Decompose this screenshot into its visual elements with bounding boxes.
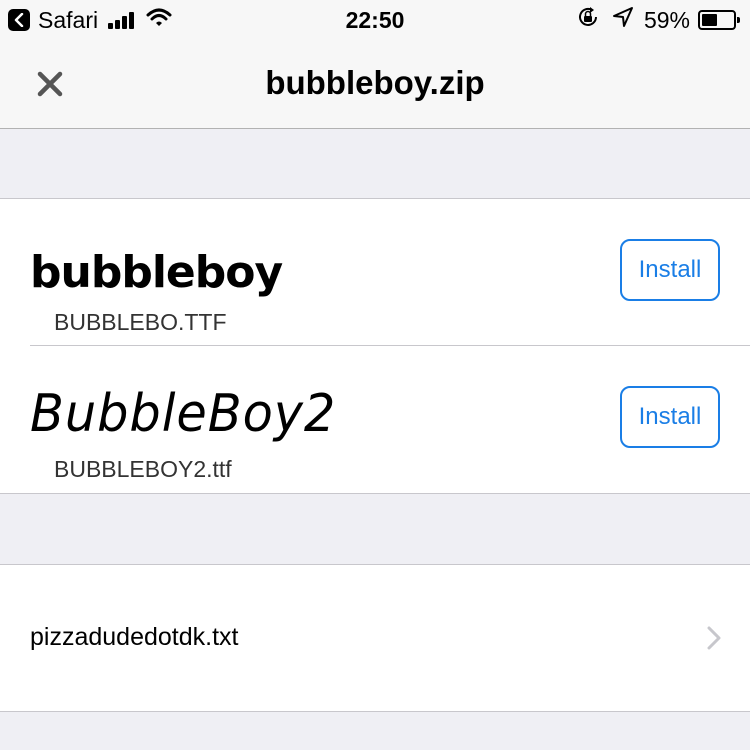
rotation-lock-icon [576, 5, 600, 35]
font-preview: bubbleboy [30, 247, 283, 298]
battery-icon [698, 10, 740, 30]
location-arrow-icon [612, 6, 634, 34]
battery-percent: 59% [643, 6, 690, 33]
font-row: bubbleboy BUBBLEBO.TTF Install [0, 199, 750, 346]
font-file-name: BUBBLEBO.TTF [54, 309, 227, 335]
battery-fill [702, 14, 718, 26]
install-button[interactable]: Install [620, 239, 720, 301]
file-row[interactable]: pizzadudedotdk.txt [0, 565, 750, 711]
font-file-name: BUBBLEBOY2.ttf [54, 456, 232, 482]
font-preview: BubbleBoy2 [30, 384, 337, 444]
status-bar: Safari 22:50 59% [0, 0, 750, 40]
page-title: bubbleboy.zip [265, 64, 485, 101]
install-button[interactable]: Install [620, 386, 720, 448]
status-right: 59% [576, 5, 740, 35]
font-row: BubbleBoy2 BUBBLEBOY2.ttf Install [0, 346, 750, 493]
chevron-right-icon [706, 625, 722, 656]
nav-bar: bubbleboy.zip [0, 40, 750, 129]
fonts-group: bubbleboy BUBBLEBO.TTF Install BubbleBoy… [0, 198, 750, 494]
files-group: pizzadudedotdk.txt [0, 564, 750, 712]
file-name: pizzadudedotdk.txt [30, 623, 239, 651]
